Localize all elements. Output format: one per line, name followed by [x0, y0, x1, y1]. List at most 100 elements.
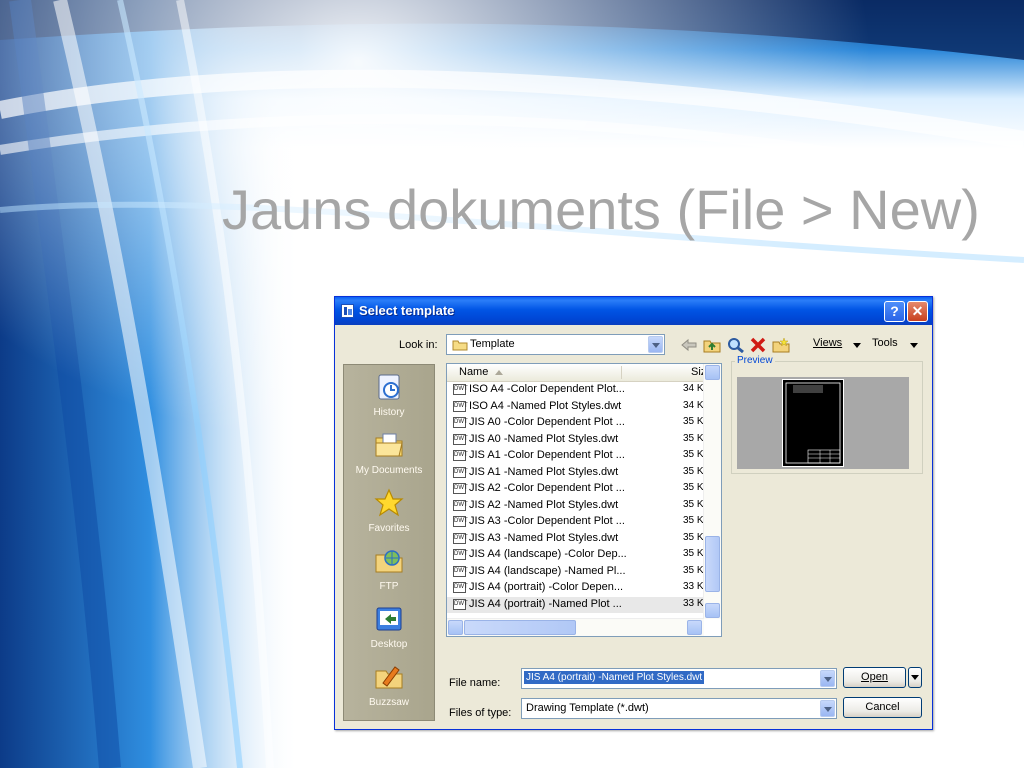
back-icon[interactable] [680, 337, 698, 353]
look-in-combo[interactable]: Template [446, 334, 665, 355]
file-name: JIS A0 -Named Plot Styles.dwt [469, 432, 619, 445]
file-size: 34 K [683, 399, 704, 411]
close-button[interactable]: ✕ [907, 301, 928, 322]
views-menu[interactable]: Views [813, 337, 842, 349]
autocad-app-icon [341, 304, 354, 318]
file-name-input[interactable]: JIS A4 (portrait) -Named Plot Styles.dwt [524, 671, 705, 684]
new-folder-icon[interactable] [772, 337, 790, 353]
file-size: 34 K [683, 383, 704, 394]
place-buzzsaw[interactable]: Buzzsaw [344, 659, 434, 711]
dwt-file-icon: DWT [453, 598, 468, 610]
files-of-type-value: Drawing Template (*.dwt) [526, 702, 649, 714]
history-icon [378, 374, 400, 400]
file-name: JIS A4 (portrait) -Named Plot ... [469, 597, 622, 610]
place-desktop[interactable]: Desktop [344, 601, 434, 653]
file-row[interactable]: DWT JIS A2 -Named Plot Styles.dwt 35 K [447, 498, 704, 515]
dwt-file-icon: DWT [453, 384, 468, 395]
my-documents-icon [375, 433, 403, 457]
horizontal-scroll-thumb[interactable] [464, 620, 576, 635]
file-size: 35 K [683, 515, 704, 526]
file-rows: DWT ISO A4 -Color Dependent Plot... 34 K DW… [447, 382, 704, 613]
places-bar: History My Documents Favorites FTP Deskt… [343, 364, 435, 721]
chevron-down-icon[interactable] [820, 700, 835, 717]
file-size: 35 K [683, 416, 704, 427]
chevron-down-icon[interactable] [820, 670, 835, 687]
dwt-file-icon: DWT [453, 549, 468, 560]
scroll-down-button[interactable] [705, 603, 720, 618]
place-favorites[interactable]: Favorites [344, 485, 434, 537]
open-button[interactable]: Open [843, 667, 906, 688]
file-size: 35 K [683, 449, 704, 460]
title-bar[interactable]: Select template ? ✕ [335, 297, 932, 325]
views-dropdown-icon[interactable] [853, 343, 861, 348]
file-row[interactable]: DWT JIS A1 -Color Dependent Plot ... 35 K [447, 448, 704, 465]
dialog-title: Select template [359, 303, 455, 318]
drawing-frame-graphic [785, 382, 841, 464]
vertical-scrollbar[interactable] [703, 364, 721, 619]
search-web-icon[interactable] [727, 337, 745, 353]
vertical-scroll-thumb[interactable] [705, 536, 720, 592]
file-name: JIS A2 -Color Dependent Plot ... [469, 482, 625, 494]
file-row[interactable]: DWT JIS A3 -Color Dependent Plot ... 35 K [447, 514, 704, 531]
file-row[interactable]: DWT ISO A4 -Named Plot Styles.dwt 34 K [447, 399, 704, 416]
file-list[interactable]: Name Siz DWT ISO A4 -Color Dependent Plot… [446, 363, 722, 637]
file-row[interactable]: DWT JIS A4 (landscape) -Color Dep... 35 K [447, 547, 704, 564]
file-size: 33 K [683, 597, 704, 609]
look-in-label: Look in: [399, 339, 438, 351]
file-row[interactable]: DWT JIS A0 -Named Plot Styles.dwt 35 K [447, 432, 704, 449]
favorites-icon [374, 488, 404, 517]
file-row[interactable]: DWT JIS A3 -Named Plot Styles.dwt 35 K [447, 531, 704, 548]
chevron-down-icon [911, 675, 919, 680]
file-name-combo[interactable]: JIS A4 (portrait) -Named Plot Styles.dwt [521, 668, 837, 689]
dwt-file-icon: DWT [453, 483, 468, 494]
file-name: JIS A1 -Named Plot Styles.dwt [469, 465, 619, 478]
preview-label: Preview [735, 355, 775, 366]
dwt-file-icon: DWT [453, 499, 468, 511]
scroll-right-button[interactable] [687, 620, 702, 635]
file-row[interactable]: DWT JIS A0 -Color Dependent Plot ... 35 K [447, 415, 704, 432]
column-header-name[interactable]: Name [459, 366, 488, 378]
dwt-file-icon: DWT [453, 400, 468, 412]
chevron-down-icon[interactable] [648, 336, 663, 353]
file-row[interactable]: DWT JIS A4 (portrait) -Color Depen... 33 K [447, 580, 704, 597]
file-name: JIS A2 -Named Plot Styles.dwt [469, 498, 619, 511]
file-row[interactable]: DWT JIS A4 (portrait) -Named Plot ... 33 K [447, 596, 704, 613]
tools-menu[interactable]: Tools [872, 337, 898, 349]
file-size: 35 K [683, 548, 704, 559]
file-row[interactable]: DWT JIS A1 -Named Plot Styles.dwt 35 K [447, 465, 704, 482]
place-history[interactable]: History [344, 369, 434, 421]
cancel-button[interactable]: Cancel [843, 697, 922, 718]
sort-ascending-icon [495, 370, 503, 375]
preview-area [737, 377, 909, 469]
dwt-file-icon: DWT [453, 433, 468, 445]
file-name: JIS A4 (landscape) -Color Dep... [469, 548, 627, 560]
open-label: Open [861, 671, 888, 683]
list-header: Name Siz [447, 364, 706, 382]
file-name: JIS A3 -Named Plot Styles.dwt [469, 531, 619, 544]
folder-icon [452, 340, 468, 351]
place-ftp[interactable]: FTP [344, 543, 434, 595]
file-row[interactable]: DWT JIS A2 -Color Dependent Plot ... 35 K [447, 481, 704, 498]
dwt-file-icon: DWT [453, 565, 468, 577]
horizontal-scrollbar[interactable] [447, 618, 704, 636]
dwt-file-icon: DWT [453, 417, 468, 428]
place-label: History [373, 407, 405, 418]
tools-dropdown-icon[interactable] [910, 343, 918, 348]
file-row[interactable]: DWT ISO A4 -Color Dependent Plot... 34 K [447, 382, 704, 399]
file-row[interactable]: DWT JIS A4 (landscape) -Named Pl... 35 K [447, 564, 704, 581]
open-options-button[interactable] [908, 667, 922, 688]
files-of-type-combo[interactable]: Drawing Template (*.dwt) [521, 698, 837, 719]
dwt-file-icon: DWT [453, 516, 468, 527]
scroll-up-button[interactable] [705, 365, 720, 380]
file-size: 35 K [683, 498, 704, 510]
column-separator[interactable] [621, 366, 622, 379]
place-my-documents[interactable]: My Documents [344, 427, 434, 479]
help-button[interactable]: ? [884, 301, 905, 322]
file-size: 35 K [683, 564, 704, 576]
select-template-dialog: Select template ? ✕ Look in: Template Vi… [334, 296, 933, 730]
delete-icon[interactable] [749, 337, 767, 353]
scroll-left-button[interactable] [448, 620, 463, 635]
file-size: 35 K [683, 432, 704, 444]
up-folder-icon[interactable] [703, 337, 721, 353]
place-label: My Documents [355, 465, 423, 476]
